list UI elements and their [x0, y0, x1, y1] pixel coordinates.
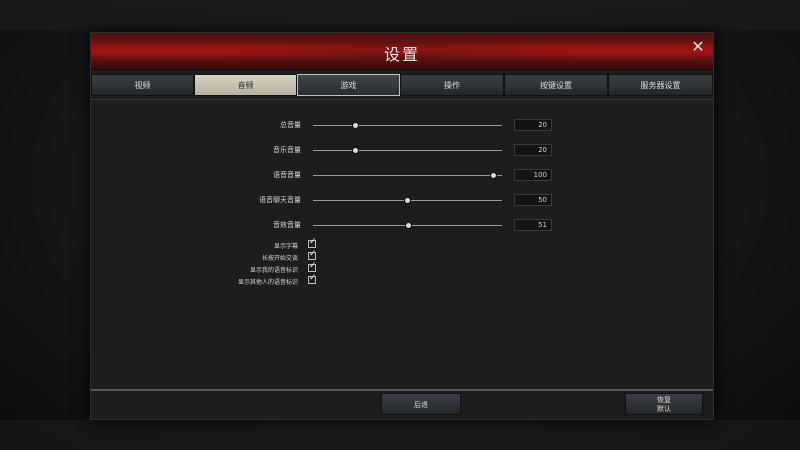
slider-label: 语音音量	[273, 171, 301, 179]
value-field[interactable]: 100	[514, 169, 552, 181]
option-show-my-voice-indicator: 显示我的语音标识 ✓	[91, 261, 713, 275]
checkbox[interactable]: ✓	[308, 249, 317, 260]
checkmark-icon: ✓	[309, 237, 317, 247]
tab-controls[interactable]: 操作	[400, 74, 504, 96]
value-field[interactable]: 51	[514, 219, 552, 231]
slider-label: 总音量	[280, 121, 301, 129]
checkmark-icon: ✓	[309, 273, 317, 283]
title-bar: 设置 ✕	[91, 33, 713, 70]
slider-handle[interactable]	[403, 197, 411, 204]
tab-keybindings[interactable]: 按键设置	[504, 74, 608, 96]
slider-row-music-volume: 音乐音量 20	[91, 144, 713, 158]
slider-row-voice-chat-volume: 语音聊天音量 50	[91, 194, 713, 208]
tab-audio[interactable]: 音频	[194, 74, 297, 96]
background-strip	[0, 0, 800, 30]
checkbox-label: 显示字幕	[273, 243, 298, 250]
tab-bar: 视频 音频 游戏 操作 按键设置 服务器设置	[91, 74, 713, 96]
option-push-to-talk: 长按开始交谈 ✓	[91, 249, 713, 263]
background-strip	[0, 420, 800, 450]
slider-handle[interactable]	[352, 122, 360, 129]
slider-track[interactable]	[313, 122, 502, 129]
option-show-subtitles: 显示字幕 ✓	[91, 237, 713, 251]
option-show-others-voice-indicator: 显示其他人的语音标识 ✓	[91, 273, 713, 287]
slider-label: 音效音量	[273, 221, 301, 229]
checkbox-label: 显示我的语音标识	[249, 267, 298, 274]
value-field[interactable]: 20	[514, 119, 552, 131]
value-field[interactable]: 20	[514, 144, 552, 156]
back-button[interactable]: 后退	[381, 393, 461, 415]
reset-defaults-button[interactable]: 恢复 默认	[625, 393, 703, 415]
checkbox[interactable]: ✓	[308, 237, 317, 248]
slider-label: 音乐音量	[273, 146, 301, 154]
tab-game[interactable]: 游戏	[297, 74, 400, 96]
checkbox-label: 显示其他人的语音标识	[237, 279, 298, 286]
tab-video[interactable]: 视频	[91, 74, 194, 96]
slider-handle[interactable]	[490, 172, 498, 179]
checkbox-label: 长按开始交谈	[261, 255, 298, 262]
slider-track[interactable]	[313, 147, 502, 154]
slider-row-master-volume: 总音量 20	[91, 119, 713, 133]
settings-dialog: 设置 ✕ 视频 音频 游戏 操作 按键设置 服务器设置 总音量 20 音乐音量 …	[90, 32, 714, 420]
slider-row-voice-volume: 语音音量 100	[91, 169, 713, 183]
close-icon[interactable]: ✕	[689, 38, 707, 56]
checkmark-icon: ✓	[309, 261, 317, 271]
slider-handle[interactable]	[405, 222, 413, 229]
slider-track[interactable]	[313, 197, 502, 204]
checkbox[interactable]: ✓	[308, 273, 317, 284]
checkmark-icon: ✓	[309, 249, 317, 259]
slider-row-sfx-volume: 音效音量 51	[91, 219, 713, 233]
tab-server-settings[interactable]: 服务器设置	[608, 74, 713, 96]
slider-handle[interactable]	[352, 147, 360, 154]
slider-label: 语音聊天音量	[259, 196, 301, 204]
tab-divider	[91, 99, 713, 100]
value-field[interactable]: 50	[514, 194, 552, 206]
dialog-title: 设置	[383, 45, 420, 64]
slider-track[interactable]	[313, 172, 502, 179]
checkbox[interactable]: ✓	[308, 261, 317, 272]
footer-divider	[91, 389, 713, 391]
slider-track[interactable]	[313, 222, 502, 229]
